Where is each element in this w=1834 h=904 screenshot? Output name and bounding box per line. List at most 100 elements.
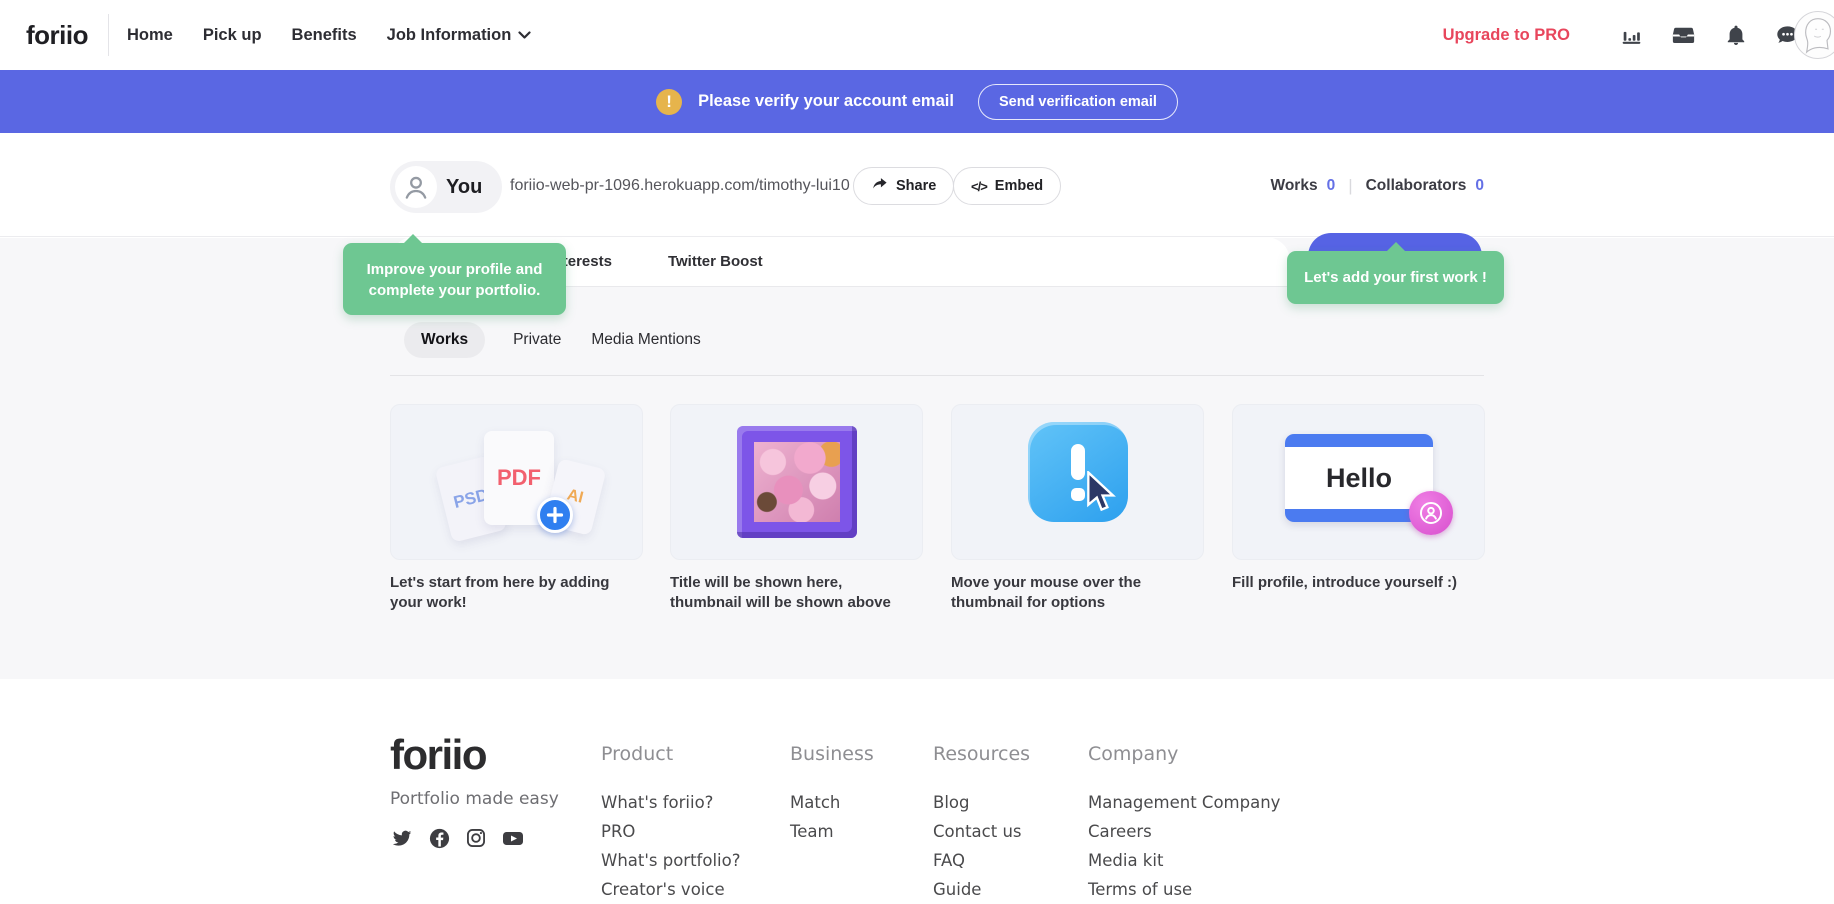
- tooltip-notch: [403, 234, 423, 244]
- upgrade-to-pro-link[interactable]: Upgrade to PRO: [1443, 26, 1570, 45]
- footer-link-management-company[interactable]: Management Company: [1088, 795, 1280, 812]
- footer-link-creators-voice[interactable]: Creator's voice: [601, 882, 740, 899]
- profile-stats: Works 0 | Collaborators 0: [1270, 176, 1484, 196]
- exclamation-dot: [1071, 488, 1085, 501]
- footer-link-whats-foriio[interactable]: What's foriio?: [601, 795, 740, 812]
- share-button[interactable]: Share: [853, 167, 954, 205]
- card-caption: Move your mouse over the thumbnail for o…: [951, 573, 1199, 613]
- tab-twitter-boost[interactable]: Twitter Boost: [668, 253, 763, 270]
- tooltip-notch: [1386, 242, 1406, 252]
- onboarding-card-title-hint: Title will be shown here, thumbnail will…: [670, 404, 923, 613]
- profile-you-chip[interactable]: You: [390, 161, 502, 213]
- twitter-icon[interactable]: [390, 826, 414, 850]
- works-stat-label: Works: [1270, 177, 1317, 195]
- profile-avatar: [395, 166, 437, 208]
- nav-item-pick-up[interactable]: Pick up: [203, 26, 262, 45]
- main-nav: Home Pick up Benefits Job Information: [127, 26, 531, 45]
- share-label: Share: [896, 178, 936, 194]
- footer-column-business: Business Match Team: [790, 743, 874, 853]
- works-filter-tabs: Works Private Media Mentions: [404, 322, 703, 358]
- banner-message: Please verify your account email: [698, 92, 954, 111]
- tab-works[interactable]: Works: [404, 322, 485, 358]
- collaborators-stat-label: Collaborators: [1366, 177, 1467, 195]
- onboarding-card-add-work: PSD PDF AI Let's start from here by addi…: [390, 404, 643, 613]
- header-divider: [108, 14, 109, 56]
- footer-link-pro[interactable]: PRO: [601, 824, 740, 841]
- nav-item-benefits[interactable]: Benefits: [292, 26, 357, 45]
- notifications-bell-icon[interactable]: [1723, 23, 1748, 48]
- works-section: Works Private Media Mentions PSD PDF AI …: [0, 238, 1834, 679]
- footer-social-links: [390, 826, 525, 850]
- add-work-thumbnail[interactable]: PSD PDF AI: [390, 404, 643, 560]
- footer-link-contact-us[interactable]: Contact us: [933, 824, 1030, 841]
- footer: foriio Portfolio made easy Product What'…: [0, 679, 1834, 904]
- footer-column-resources: Resources Blog Contact us FAQ Guide: [933, 743, 1030, 904]
- nav-item-home[interactable]: Home: [127, 26, 173, 45]
- profile-url: foriio-web-pr-1096.herokuapp.com/timothy…: [510, 177, 850, 195]
- column-heading: Business: [790, 743, 874, 765]
- first-work-tooltip: Let's add your first work !: [1287, 251, 1504, 304]
- footer-link-media-kit[interactable]: Media kit: [1088, 853, 1280, 870]
- profile-badge-icon: [1409, 491, 1453, 535]
- share-icon: [871, 177, 888, 196]
- pdf-label: PDF: [497, 465, 541, 491]
- works-stat-count: 0: [1327, 177, 1336, 195]
- tooltip-line-2: complete your portfolio.: [343, 280, 566, 301]
- tab-private[interactable]: Private: [511, 322, 563, 358]
- profile-header: You foriio-web-pr-1096.herokuapp.com/tim…: [0, 133, 1834, 237]
- footer-tagline: Portfolio made easy: [390, 789, 559, 809]
- nav-item-job-information[interactable]: Job Information: [387, 26, 532, 45]
- chevron-down-icon: [518, 26, 531, 45]
- page: foriio Home Pick up Benefits Job Informa…: [0, 0, 1834, 904]
- card-caption: Let's start from here by adding your wor…: [390, 573, 638, 613]
- framed-photo-thumbnail[interactable]: [670, 404, 923, 560]
- profile-tip-tooltip: Improve your profile and complete your p…: [343, 243, 566, 315]
- top-header: foriio Home Pick up Benefits Job Informa…: [0, 0, 1834, 70]
- footer-logo: foriio: [390, 731, 486, 779]
- inbox-icon[interactable]: [1671, 23, 1696, 48]
- cherry-blossom-photo: [754, 442, 840, 522]
- footer-link-guide[interactable]: Guide: [933, 882, 1030, 899]
- works-stat[interactable]: Works 0: [1270, 177, 1335, 195]
- footer-link-team[interactable]: Team: [790, 824, 874, 841]
- footer-column-company: Company Management Company Careers Media…: [1088, 743, 1280, 904]
- embed-button[interactable]: </> Embed: [953, 167, 1061, 205]
- code-icon: </>: [971, 179, 987, 194]
- instagram-icon[interactable]: [464, 826, 488, 850]
- stats-divider: |: [1348, 176, 1352, 196]
- foriio-logo[interactable]: foriio: [26, 20, 88, 51]
- warning-icon: !: [656, 89, 682, 115]
- footer-column-product: Product What's foriio? PRO What's portfo…: [601, 743, 740, 904]
- exclamation-icon: [1071, 444, 1085, 480]
- mouse-cursor-icon: [1085, 471, 1121, 520]
- tooltip-text: Let's add your first work !: [1304, 269, 1487, 286]
- send-verification-email-button[interactable]: Send verification email: [978, 84, 1178, 120]
- footer-link-whats-portfolio[interactable]: What's portfolio?: [601, 853, 740, 870]
- hover-hint-thumbnail[interactable]: [951, 404, 1204, 560]
- column-heading: Company: [1088, 743, 1280, 765]
- collaborators-stat[interactable]: Collaborators 0: [1366, 177, 1484, 195]
- footer-link-faq[interactable]: FAQ: [933, 853, 1030, 870]
- column-heading: Resources: [933, 743, 1030, 765]
- collaborators-stat-count: 0: [1475, 177, 1484, 195]
- hello-text: Hello: [1326, 463, 1392, 494]
- footer-link-terms-of-use[interactable]: Terms of use: [1088, 882, 1280, 899]
- tag-top-bar: [1285, 434, 1433, 447]
- add-plus-icon: [537, 497, 573, 533]
- purple-frame: [737, 426, 857, 538]
- facebook-icon[interactable]: [427, 826, 451, 850]
- verify-email-banner: ! Please verify your account email Send …: [0, 70, 1834, 133]
- section-divider: [390, 375, 1484, 376]
- hello-tag-thumbnail[interactable]: Hello: [1232, 404, 1485, 560]
- footer-link-blog[interactable]: Blog: [933, 795, 1030, 812]
- onboarding-card-hover-hint: Move your mouse over the thumbnail for o…: [951, 404, 1204, 613]
- user-avatar[interactable]: [1794, 11, 1834, 59]
- analytics-icon[interactable]: [1619, 23, 1644, 48]
- footer-link-match[interactable]: Match: [790, 795, 874, 812]
- youtube-icon[interactable]: [501, 826, 525, 850]
- footer-link-careers[interactable]: Careers: [1088, 824, 1280, 841]
- tab-media-mentions[interactable]: Media Mentions: [589, 322, 702, 358]
- tooltip-line-1: Improve your profile and: [343, 259, 566, 280]
- column-heading: Product: [601, 743, 740, 765]
- header-actions: Upgrade to PRO: [1443, 0, 1800, 70]
